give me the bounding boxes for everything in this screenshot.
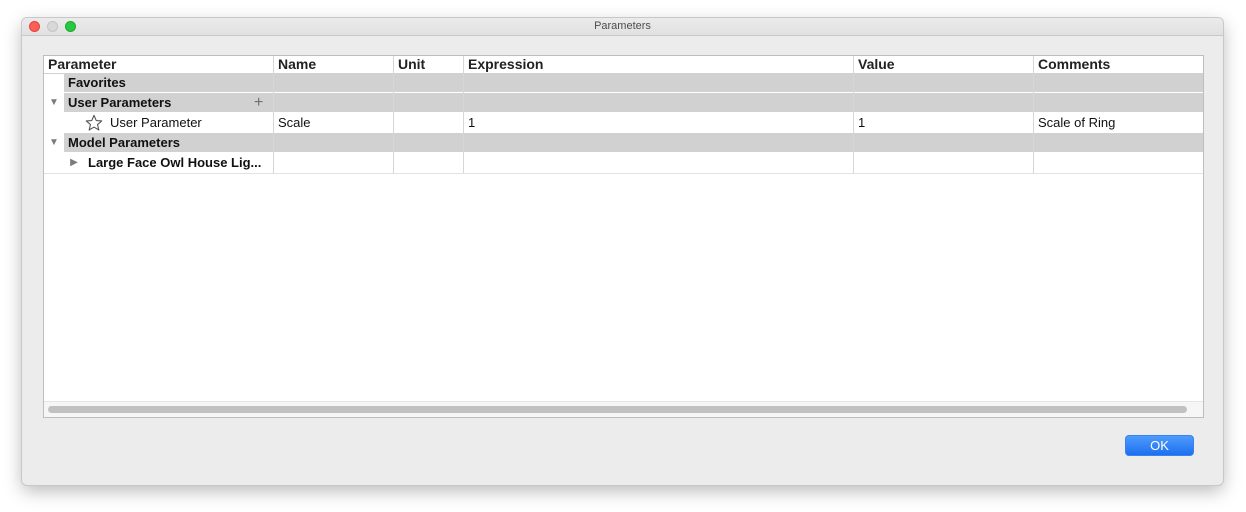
parameters-table: Parameter Name Unit Expression Value Com… xyxy=(43,55,1204,418)
cell-parameter: Large Face Owl House Lig... xyxy=(88,155,262,170)
ok-button[interactable]: OK xyxy=(1125,435,1194,456)
column-header-expression[interactable]: Expression xyxy=(464,56,854,73)
disclosure-triangle-expanded-icon[interactable]: ▼ xyxy=(46,133,62,153)
column-header-name[interactable]: Name xyxy=(274,56,394,73)
window-title: Parameters xyxy=(594,20,651,32)
table-header: Parameter Name Unit Expression Value Com… xyxy=(44,56,1203,74)
disclosure-triangle-collapsed-icon[interactable]: ▶ xyxy=(66,153,82,173)
column-header-unit[interactable]: Unit xyxy=(394,56,464,73)
cell-value: 1 xyxy=(858,115,866,130)
group-label-user-parameters: User Parameters xyxy=(68,95,172,110)
column-header-comments[interactable]: Comments xyxy=(1034,56,1203,73)
cell-expression[interactable]: 1 xyxy=(468,113,854,133)
star-icon[interactable] xyxy=(85,114,103,132)
group-label-favorites: Favorites xyxy=(68,75,126,90)
table-row[interactable]: User Parameter Scale 1 1 Scale of Ring xyxy=(44,113,1203,133)
cell-name[interactable]: Scale xyxy=(278,113,394,133)
cell-parameter: User Parameter xyxy=(110,115,202,130)
horizontal-scrollbar-thumb[interactable] xyxy=(48,406,1187,413)
disclosure-triangle-expanded-icon[interactable]: ▼ xyxy=(46,93,62,113)
table-row[interactable]: ▶ Large Face Owl House Lig... xyxy=(44,153,1203,174)
group-band xyxy=(64,73,1203,93)
column-header-value[interactable]: Value xyxy=(854,56,1034,73)
cell-comments[interactable]: Scale of Ring xyxy=(1038,113,1203,133)
parameters-window: Parameters Parameter Name Unit Expressio… xyxy=(22,18,1223,485)
title-bar: Parameters xyxy=(22,18,1223,36)
group-band xyxy=(64,133,1203,153)
column-header-parameter[interactable]: Parameter xyxy=(44,56,274,73)
group-row-user-parameters[interactable]: ▼ User Parameters + xyxy=(44,93,1203,113)
cell-unit[interactable] xyxy=(398,113,464,133)
group-label-model-parameters: Model Parameters xyxy=(68,135,180,150)
group-row-favorites[interactable]: Favorites xyxy=(44,73,1203,93)
group-row-model-parameters[interactable]: ▼ Model Parameters xyxy=(44,133,1203,153)
group-band xyxy=(64,93,1203,113)
plus-icon[interactable]: + xyxy=(254,93,263,113)
horizontal-scrollbar[interactable] xyxy=(44,401,1203,417)
